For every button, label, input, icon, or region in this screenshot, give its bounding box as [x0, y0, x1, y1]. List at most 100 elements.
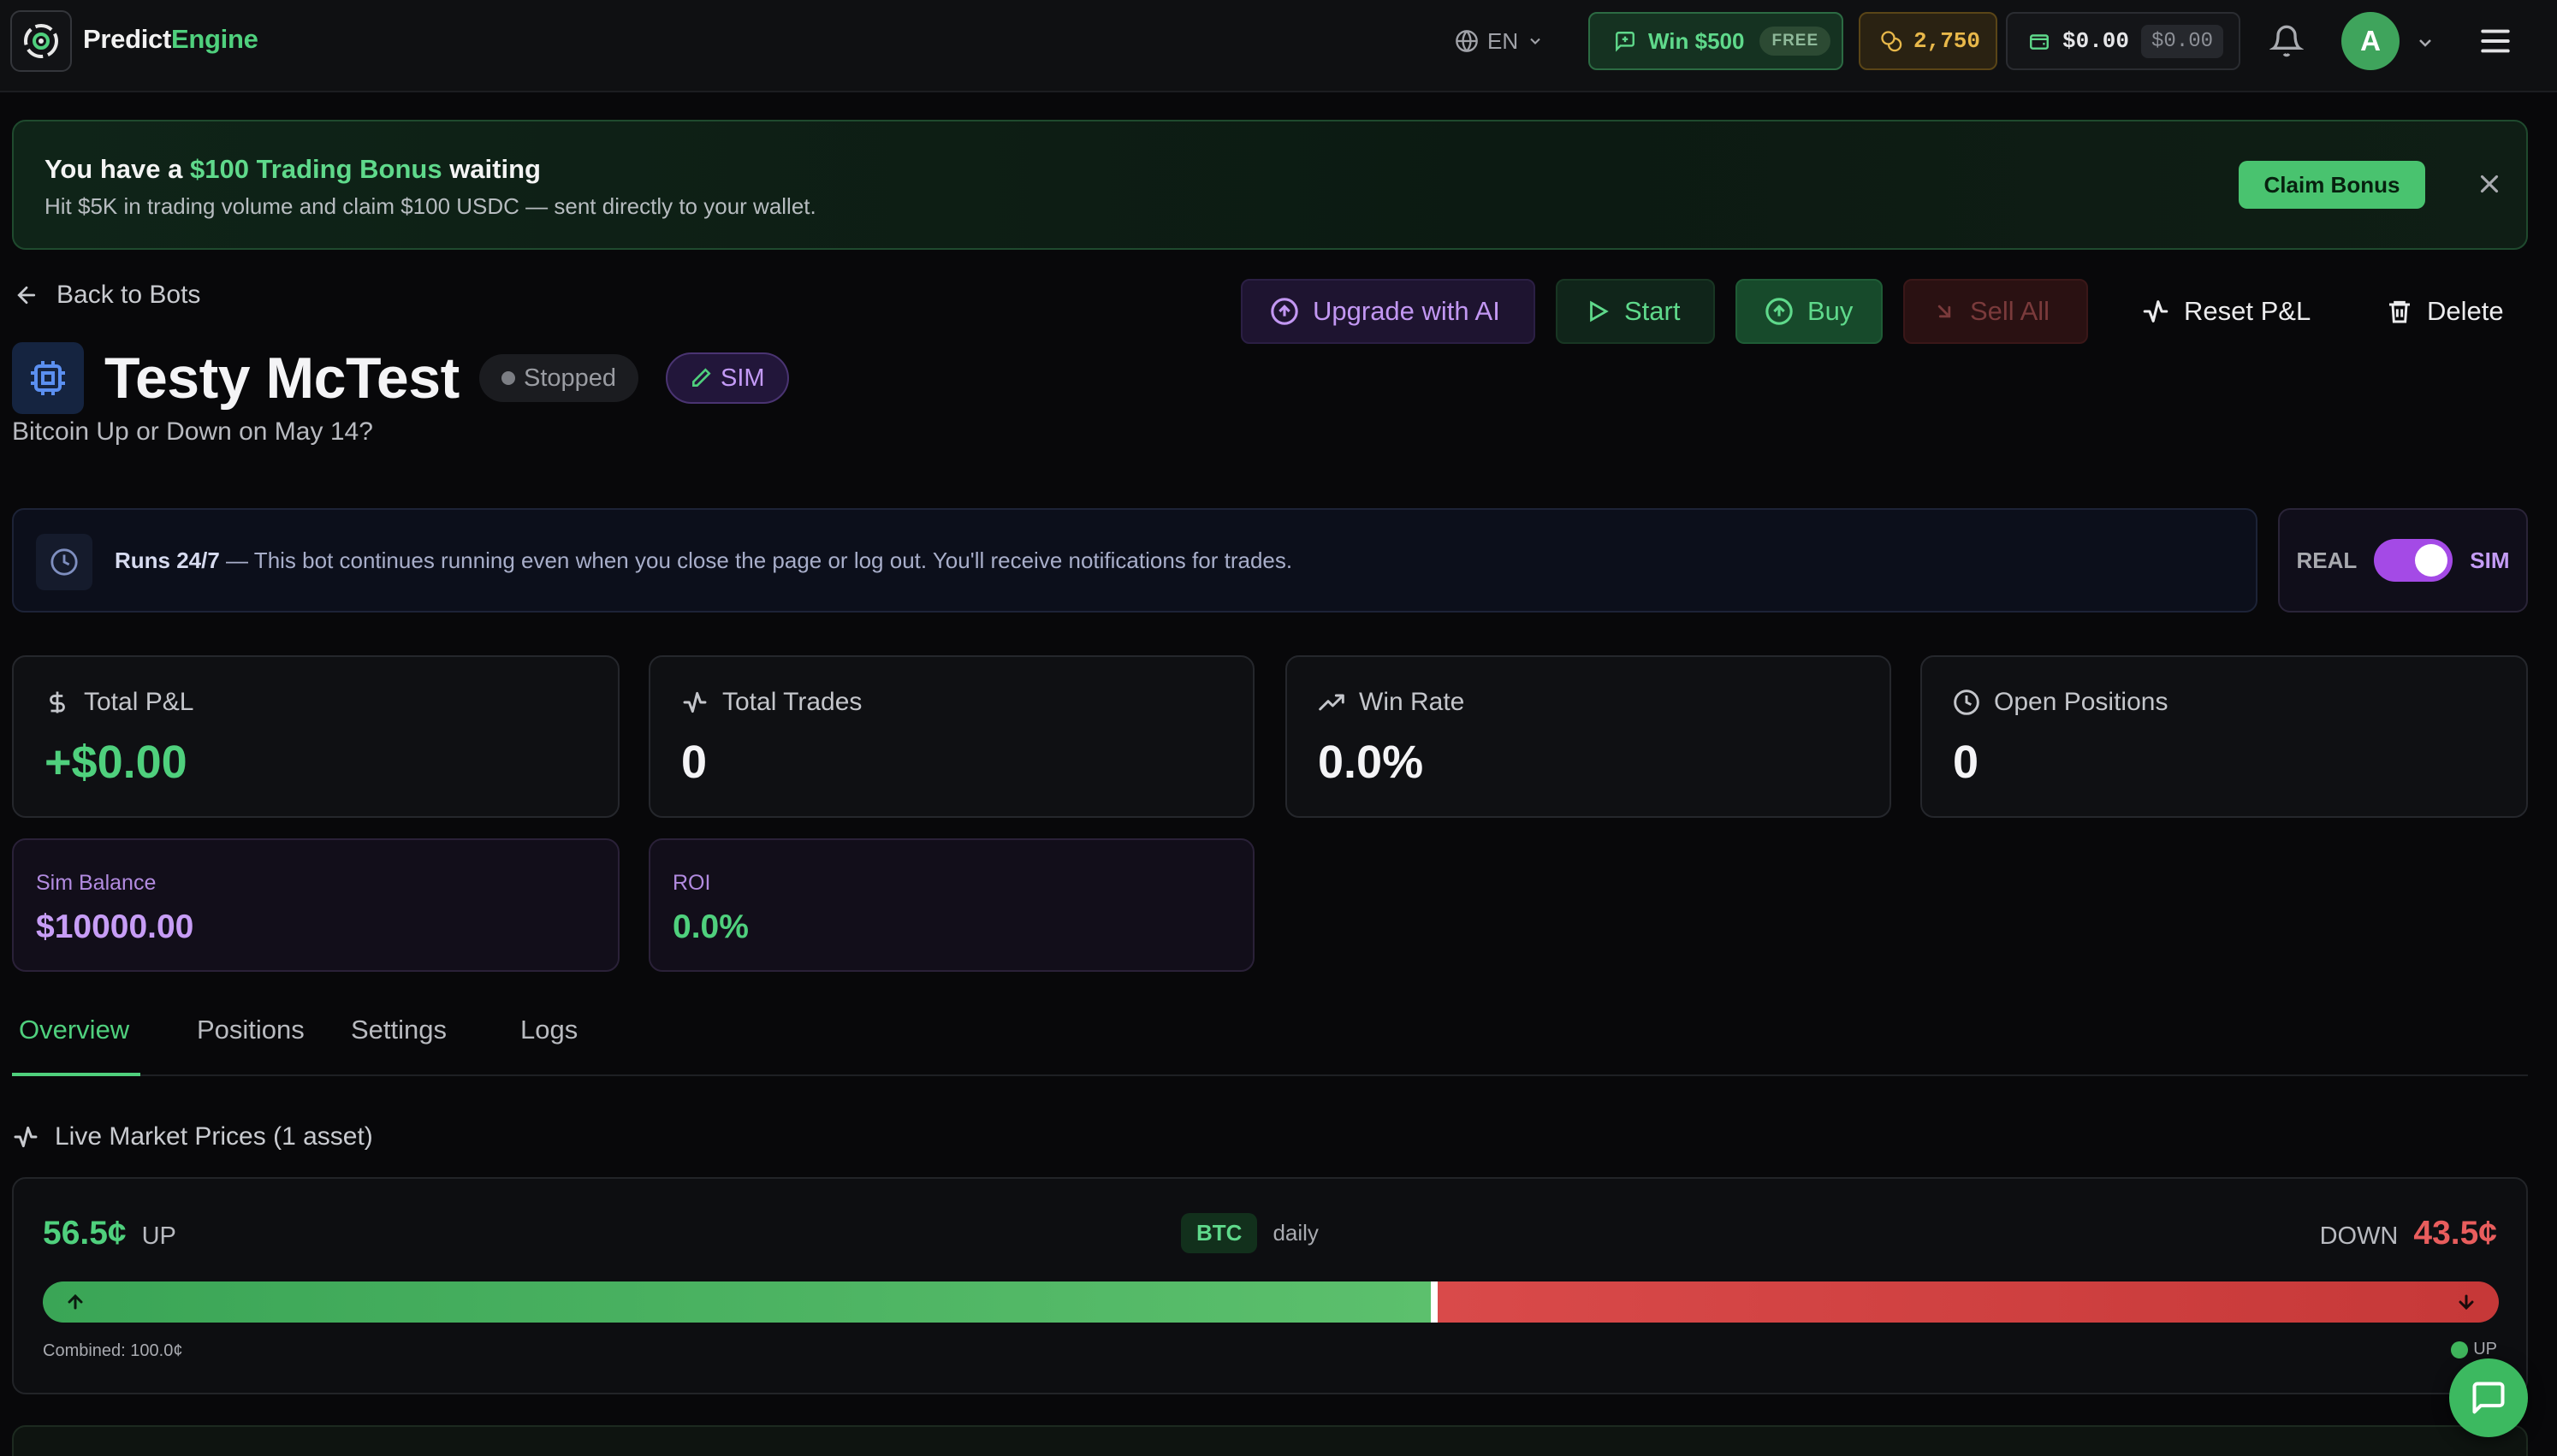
real-sim-toggle[interactable]: [2374, 539, 2453, 582]
free-badge: FREE: [1759, 27, 1831, 56]
arrow-up-icon: [68, 1293, 83, 1310]
hamburger-menu-icon[interactable]: [2478, 26, 2513, 56]
up-share-fill: [43, 1281, 1431, 1323]
win-500-button[interactable]: Win $500 FREE: [1588, 12, 1843, 70]
reset-pnl-button[interactable]: Reset P&L: [2114, 279, 2312, 344]
coins-value: 2,750: [1913, 28, 1981, 54]
trending-up-icon: [1319, 694, 1344, 711]
brand-name[interactable]: PredictEngine: [83, 24, 258, 55]
sim-balance-card: Sim Balance $10000.00: [12, 838, 620, 972]
buy-label: Buy: [1807, 296, 1854, 326]
claim-bonus-button[interactable]: Claim Bonus: [2239, 161, 2425, 209]
banner-title-suffix: waiting: [442, 154, 541, 184]
total-pnl-label: Total P&L: [84, 688, 194, 716]
sell-all-label: Sell All: [1970, 296, 2050, 326]
avatar[interactable]: A: [2341, 12, 2400, 70]
btc-market-card: 56.5¢ UP BTC daily DOWN 43.5¢ Combined: …: [12, 1177, 2528, 1394]
tab-settings[interactable]: Settings: [344, 1015, 454, 1076]
delete-label: Delete: [2427, 296, 2504, 326]
up-legend: UP: [2451, 1340, 2497, 1359]
upgrade-label: Upgrade with AI: [1313, 296, 1500, 326]
total-trades-card: Total Trades 0: [649, 655, 1255, 818]
upgrade-with-ai-button[interactable]: Upgrade with AI: [1241, 279, 1535, 344]
down-price-value: 43.5¢: [2413, 1215, 2497, 1252]
roi-card: ROI 0.0%: [649, 838, 1255, 972]
toggle-knob: [2415, 544, 2448, 577]
real-label: REAL: [2296, 547, 2358, 573]
globe-icon: [1456, 30, 1478, 52]
tab-overview[interactable]: Overview: [12, 1015, 140, 1076]
roi-value: 0.0%: [673, 909, 749, 945]
trading-bonus-banner: You have a $100 Trading Bonus waiting Hi…: [12, 120, 2528, 250]
start-label: Start: [1624, 296, 1681, 326]
back-to-bots-link[interactable]: Back to Bots: [14, 281, 200, 310]
win-rate-label: Win Rate: [1359, 688, 1465, 716]
live-market-title: Live Market Prices (1 asset): [55, 1122, 373, 1151]
logo-icon[interactable]: [10, 10, 72, 72]
roi-label: ROI: [673, 871, 711, 895]
asset-info: BTC daily: [1181, 1213, 1319, 1253]
win-rate-header: Win Rate: [1318, 688, 1464, 717]
open-positions-label: Open Positions: [1994, 688, 2168, 716]
open-positions-value: 0: [1953, 737, 1979, 788]
delete-button[interactable]: Delete: [2358, 279, 2530, 344]
language-selector[interactable]: EN: [1455, 24, 1544, 58]
total-pnl-header: Total P&L: [44, 688, 193, 717]
asset-badge: BTC: [1181, 1213, 1258, 1253]
sim-label: SIM: [2470, 547, 2510, 573]
wallet-icon: [2030, 34, 2049, 50]
chat-icon: [2472, 1382, 2505, 1414]
gift-message-icon: [1616, 32, 1634, 52]
asset-period: daily: [1273, 1220, 1319, 1246]
wallet-balance[interactable]: $0.00 $0.00: [2006, 12, 2240, 70]
language-label: EN: [1487, 27, 1519, 54]
up-legend-label: UP: [2473, 1340, 2497, 1358]
up-price-value: 56.5¢: [43, 1215, 127, 1252]
close-icon[interactable]: [2475, 169, 2504, 198]
tab-logs[interactable]: Logs: [513, 1015, 584, 1076]
total-trades-value: 0: [681, 737, 708, 788]
start-button[interactable]: Start: [1556, 279, 1715, 344]
activity-icon: [2143, 300, 2168, 323]
wallet-secondary-value: $0.00: [2141, 24, 2224, 58]
status-dot: [501, 371, 515, 385]
total-pnl-value: +$0.00: [44, 737, 187, 788]
brand-part-2: Engine: [171, 24, 258, 54]
total-pnl-card: Total P&L +$0.00: [12, 655, 620, 818]
play-icon: [1590, 300, 1609, 323]
runs-24-7-notice: Runs 24/7 — This bot continues running e…: [12, 508, 2257, 613]
wallet-value: $0.00: [2062, 28, 2130, 54]
coins-balance[interactable]: 2,750: [1859, 12, 1997, 70]
arrow-left-icon: [17, 286, 36, 305]
win-rate-value: 0.0%: [1318, 737, 1424, 788]
back-label: Back to Bots: [56, 281, 201, 309]
bar-divider: [1430, 1281, 1438, 1323]
chat-button[interactable]: [2449, 1358, 2528, 1437]
combined-price: Combined: 100.0¢: [43, 1341, 183, 1360]
activity-icon: [14, 1126, 38, 1148]
sell-all-button[interactable]: Sell All: [1903, 279, 2088, 344]
dollar-icon: [50, 691, 65, 713]
clock-icon: [36, 534, 92, 590]
real-sim-toggle-box: REAL SIM: [2278, 508, 2528, 613]
notifications-bell-icon[interactable]: [2269, 24, 2304, 58]
account-chevron-down-icon[interactable]: [2415, 33, 2435, 53]
cpu-icon: [12, 342, 84, 414]
reset-label: Reset P&L: [2184, 296, 2311, 326]
buy-button[interactable]: Buy: [1735, 279, 1883, 344]
status-label: Stopped: [524, 364, 617, 392]
circle-arrow-up-icon: [1271, 298, 1298, 325]
live-market-heading: Live Market Prices (1 asset): [12, 1122, 373, 1151]
arrow-down-right-icon: [1937, 305, 1951, 318]
down-share-fill: [1437, 1281, 2499, 1323]
up-down-probability-bar: [43, 1281, 2499, 1323]
bot-name: Testy McTest: [104, 346, 460, 411]
activity-icon: [683, 691, 707, 713]
bot-tabs: Overview Positions Settings Logs: [12, 1009, 2528, 1076]
total-trades-label: Total Trades: [722, 688, 863, 716]
runs-text: Runs 24/7 — This bot continues running e…: [115, 547, 1292, 574]
clock-icon: [1954, 690, 1979, 715]
open-positions-header: Open Positions: [1953, 688, 2168, 717]
tab-positions[interactable]: Positions: [190, 1015, 311, 1076]
sim-balance-value: $10000.00: [36, 909, 194, 945]
